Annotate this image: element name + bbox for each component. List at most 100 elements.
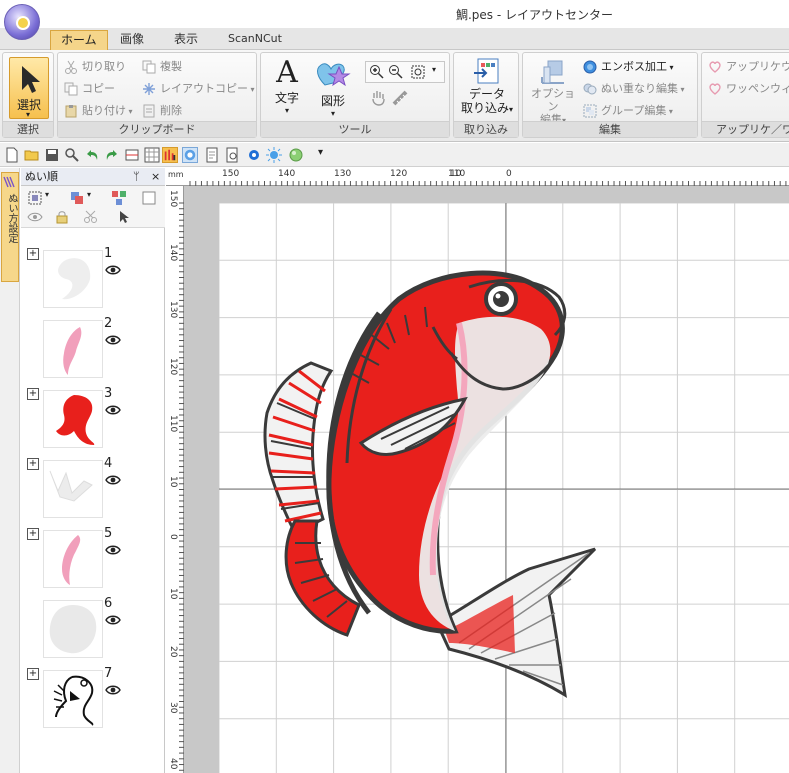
delete-label: 削除	[160, 104, 182, 117]
item-number: 5	[104, 526, 113, 541]
ruler-label: 40	[168, 758, 178, 770]
list-item[interactable]: 6	[21, 596, 165, 664]
app-menu-button[interactable]	[4, 4, 40, 40]
list-item[interactable]: + 7	[21, 666, 165, 734]
expand-icon[interactable]: +	[27, 388, 39, 400]
chevron-down-icon[interactable]: ▾	[432, 65, 436, 74]
cut-button[interactable]: 切り取り	[62, 57, 126, 77]
shape-tool-button[interactable]: 図形 ▾	[311, 57, 355, 118]
import-data-button[interactable]: データ 取り込み▾	[458, 57, 516, 117]
realistic-view-icon[interactable]	[182, 147, 198, 163]
page-icon[interactable]	[204, 147, 220, 163]
patch-wizard-button[interactable]: ワッペンウィ	[706, 79, 789, 99]
chevron-down-icon: ▾	[26, 110, 31, 119]
blue-sun-icon[interactable]	[266, 147, 282, 163]
panel-view-icon[interactable]	[141, 190, 157, 206]
emboss-button[interactable]: エンボス加工 ▾	[581, 57, 674, 77]
print-preview-icon[interactable]	[224, 147, 240, 163]
hoop-icon[interactable]	[124, 147, 140, 163]
open-folder-icon[interactable]	[24, 147, 40, 163]
item-number: 1	[104, 246, 113, 261]
options-edit-button[interactable]: オプション 編集▾	[527, 57, 579, 126]
eye-icon[interactable]	[105, 474, 121, 486]
zoom-toolbar: ▾	[365, 61, 445, 83]
measure-icon[interactable]	[391, 89, 409, 107]
design-canvas[interactable]	[219, 203, 789, 773]
ribbon: 選択 ▾ 選択 切り取り 複製 コピー レイアウトコピー ▾ 貼り付け ▾ 削除	[0, 50, 789, 142]
ruler-label: 110	[168, 415, 178, 433]
group-edit-button[interactable]: グループ編集 ▾	[581, 101, 673, 121]
hand-pan-icon[interactable]	[369, 89, 387, 107]
list-item[interactable]: + 3	[21, 386, 165, 454]
delete-button[interactable]: 削除	[140, 101, 182, 121]
sea-bream-embroidery[interactable]	[263, 270, 597, 698]
edit-group-label: 編集	[523, 121, 697, 137]
item-number: 7	[104, 666, 113, 681]
emboss-icon	[583, 60, 597, 74]
tab-view[interactable]: 表示	[164, 30, 208, 50]
search-icon[interactable]	[64, 147, 80, 163]
applique-wizard-button[interactable]: アップリケウィ	[706, 57, 789, 77]
toolbar-dropdown-icon[interactable]: ▾	[318, 147, 323, 158]
select-group: 選択 ▾ 選択	[2, 52, 54, 138]
layout-copy-button[interactable]: レイアウトコピー ▾	[140, 79, 255, 99]
eye-icon[interactable]	[105, 404, 121, 416]
list-item[interactable]: 2	[21, 316, 165, 384]
tab-home[interactable]: ホーム	[50, 30, 108, 50]
blue-dot-icon[interactable]	[246, 147, 262, 163]
close-icon[interactable]: ×	[151, 168, 160, 186]
copy-button[interactable]: コピー	[62, 79, 115, 99]
import-data-icon	[474, 58, 499, 84]
expand-icon[interactable]: +	[27, 528, 39, 540]
undo-icon[interactable]	[84, 147, 100, 163]
eye-icon[interactable]	[105, 334, 121, 346]
stitch-settings-tab[interactable]: ぬい方設定	[1, 172, 19, 282]
eye-icon[interactable]	[105, 614, 121, 626]
zoom-fit-icon[interactable]	[410, 64, 426, 80]
tab-scanncut[interactable]: ScanNCut	[218, 30, 292, 50]
zoom-out-icon[interactable]	[388, 64, 404, 80]
list-item[interactable]: + 1	[21, 246, 165, 314]
grid-icon[interactable]	[144, 147, 160, 163]
tools-group-label: ツール	[261, 121, 449, 137]
eye-icon[interactable]	[105, 264, 121, 276]
lock-icon[interactable]	[55, 210, 69, 224]
expand-icon[interactable]: +	[27, 248, 39, 260]
overlap-edit-button[interactable]: ぬい重なり編集 ▾	[581, 79, 685, 99]
zoom-in-icon[interactable]	[369, 64, 385, 80]
heart-icon	[709, 83, 721, 95]
expand-icon[interactable]: +	[27, 458, 39, 470]
item-number: 3	[104, 386, 113, 401]
ribbon-tabs: ホーム 画像 表示 ScanNCut	[0, 28, 789, 50]
chevron-down-icon[interactable]: ▾	[45, 190, 49, 199]
eye-icon[interactable]	[27, 210, 43, 224]
applique-group: アップリケウィ ワッペンウィ アップリケ／ワ	[701, 52, 789, 138]
paste-button[interactable]: 貼り付け ▾	[62, 101, 133, 121]
list-item[interactable]: + 5	[21, 526, 165, 594]
expand-icon[interactable]: +	[27, 668, 39, 680]
stitch-sim-icon[interactable]	[162, 147, 178, 163]
redo-icon[interactable]	[104, 147, 120, 163]
item-thumbnail	[43, 320, 103, 378]
eye-icon[interactable]	[105, 684, 121, 696]
scissors-icon[interactable]	[83, 210, 99, 224]
duplicate-button[interactable]: 複製	[140, 57, 182, 77]
ruler-label: 20	[168, 646, 178, 658]
select-frame-icon[interactable]	[27, 190, 43, 206]
eye-icon[interactable]	[105, 544, 121, 556]
item-thumbnail	[43, 250, 103, 308]
pointer-icon[interactable]	[117, 210, 131, 224]
text-tool-button[interactable]: A 文字 ▾	[267, 57, 307, 117]
options-edit-icon	[541, 60, 564, 84]
select-button[interactable]: 選択 ▾	[9, 57, 49, 119]
ruler-label: 120	[168, 358, 178, 376]
color-sort-icon[interactable]	[111, 190, 127, 206]
new-file-icon[interactable]	[4, 147, 20, 163]
save-icon[interactable]	[44, 147, 60, 163]
tab-image[interactable]: 画像	[110, 30, 154, 50]
list-item[interactable]: + 4	[21, 456, 165, 524]
chevron-down-icon[interactable]: ▾	[87, 190, 91, 199]
order-move-icon[interactable]	[69, 190, 85, 206]
pin-icon[interactable]: ᛘ	[133, 168, 140, 186]
green-orb-icon[interactable]	[288, 147, 304, 163]
